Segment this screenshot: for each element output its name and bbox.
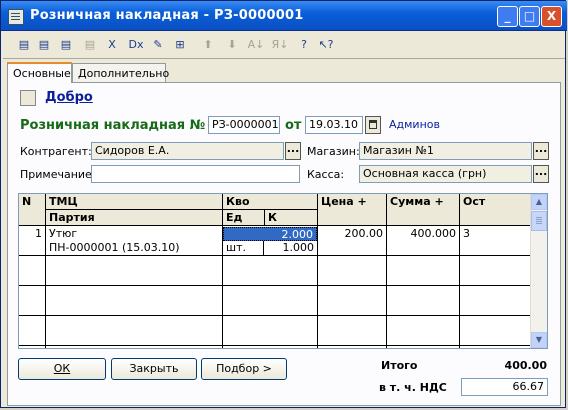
row-batch[interactable]: ПН-0000001 (15.03.10) <box>46 241 222 255</box>
col-header-rest[interactable]: Ост <box>460 194 531 226</box>
cash-select-button[interactable]: ... <box>533 165 549 183</box>
row-rest: 3 <box>463 227 470 240</box>
grid-line <box>19 345 531 346</box>
total-label: Итого <box>381 359 418 372</box>
col-header-qty[interactable]: Кво <box>223 194 318 210</box>
mark-delete-icon[interactable]: Ⅹ <box>103 36 121 54</box>
doc-date-field[interactable]: 19.03.10 <box>305 116 363 134</box>
title-bar[interactable]: Розничная накладная - РЗ-0000001 _ □ X <box>1 1 567 31</box>
what-is-icon[interactable]: ↖? <box>317 36 335 54</box>
help-icon[interactable]: ? <box>295 36 313 54</box>
col-header-sum[interactable]: Сумма + <box>387 194 460 226</box>
store-select-button[interactable]: ... <box>533 142 549 160</box>
table-scrollbar[interactable]: ▲ ▼ <box>530 194 547 348</box>
contractor-select-button[interactable]: ... <box>285 142 301 160</box>
vat-field[interactable]: 66.67 <box>461 378 548 396</box>
row-number: 1 <box>35 227 42 240</box>
col-header-batch[interactable]: Партия <box>46 210 223 226</box>
row-unit[interactable]: шт. <box>223 241 264 255</box>
store-label: Магазин: <box>307 145 360 158</box>
ok-button[interactable]: ОК <box>18 358 106 380</box>
greeting-link[interactable]: Добро <box>45 90 93 105</box>
col-header-item[interactable]: ТМЦ <box>46 194 223 210</box>
row-price[interactable]: 200.00 <box>318 227 386 241</box>
cash-label: Касса: <box>307 168 345 181</box>
vat-label: в т. ч. НДС <box>379 381 447 394</box>
move-up-icon[interactable]: ⬆ <box>199 36 217 54</box>
scroll-thumb[interactable] <box>531 211 547 231</box>
calendar-icon[interactable] <box>365 116 381 134</box>
insert-row-icon[interactable]: ⊞ <box>171 36 189 54</box>
move-down-icon[interactable]: ⬇ <box>223 36 241 54</box>
close-button-label: Закрыть <box>129 362 179 375</box>
disabled-icon[interactable]: ▤ <box>81 36 99 54</box>
row-qty[interactable]: 2.000 <box>223 227 317 241</box>
row-item[interactable]: Утюг <box>46 227 222 241</box>
note-field[interactable] <box>91 165 300 183</box>
grid-line <box>317 226 318 348</box>
note-label: Примечание: <box>20 168 96 181</box>
total-value: 400.00 <box>504 359 547 372</box>
grid-line <box>459 226 460 348</box>
row-k[interactable]: 1.000 <box>265 241 317 255</box>
grid-line <box>19 285 531 286</box>
ok-button-label: ОК <box>53 362 71 375</box>
sort-desc-icon[interactable]: Я↓ <box>271 36 289 54</box>
grid-line <box>386 226 387 348</box>
doc-number-field[interactable]: РЗ-0000001 <box>208 116 280 134</box>
select-action-button[interactable] <box>20 90 36 106</box>
scroll-up-icon[interactable]: ▲ <box>531 194 547 210</box>
row-sum[interactable]: 400.000 <box>387 227 459 241</box>
col-header-price[interactable]: Цена + <box>318 194 387 226</box>
items-table[interactable]: N ТМЦ Партия Кво Ед К Цена + Сумма + Ост… <box>18 193 548 349</box>
delete-icon[interactable]: ▤ <box>57 36 75 54</box>
toolbar: ▤ ▤ ▤ ▤ Ⅹ Dx ✎ ⊞ ⬆ ⬇ A↓ Я↓? ↖? <box>3 32 565 59</box>
col-header-unit[interactable]: Ед <box>223 210 265 226</box>
store-field[interactable]: Магазин №1 <box>359 142 532 160</box>
minimize-button[interactable]: _ <box>497 6 518 27</box>
copy-new-icon[interactable]: ▤ <box>35 36 53 54</box>
close-window-button[interactable]: X <box>541 6 562 27</box>
tab-main[interactable]: Основные <box>7 62 72 83</box>
delete-row-icon[interactable]: Dx <box>127 36 145 54</box>
window-title: Розничная накладная - РЗ-0000001 <box>30 8 304 23</box>
cash-field[interactable]: Основная касса (грн) <box>359 165 532 183</box>
contractor-label: Контрагент: <box>20 145 92 158</box>
sort-asc-icon[interactable]: A↓ <box>247 36 265 54</box>
pick-button[interactable]: Подбор > <box>201 358 287 380</box>
maximize-button[interactable]: □ <box>519 6 540 27</box>
new-icon[interactable]: ▤ <box>15 36 33 54</box>
from-label: от <box>285 118 302 133</box>
col-header-k[interactable]: К <box>265 210 318 226</box>
col-header-n[interactable]: N <box>19 194 46 226</box>
close-button[interactable]: Закрыть <box>111 358 197 380</box>
scroll-down-icon[interactable]: ▼ <box>531 332 547 348</box>
contractor-field[interactable]: Сидоров Е.А. <box>91 142 284 160</box>
grid-line <box>19 255 531 256</box>
document-window: Розничная накладная - РЗ-0000001 _ □ X ▤… <box>0 0 567 408</box>
user-name: Админов <box>389 118 440 131</box>
app-icon <box>8 9 24 25</box>
grid-line <box>19 315 531 316</box>
doc-label: Розничная накладная № <box>20 118 206 133</box>
tab-additional[interactable]: Дополнительно <box>72 63 169 82</box>
pick-button-label: Подбор > <box>216 362 272 375</box>
edit-icon[interactable]: ✎ <box>149 36 167 54</box>
